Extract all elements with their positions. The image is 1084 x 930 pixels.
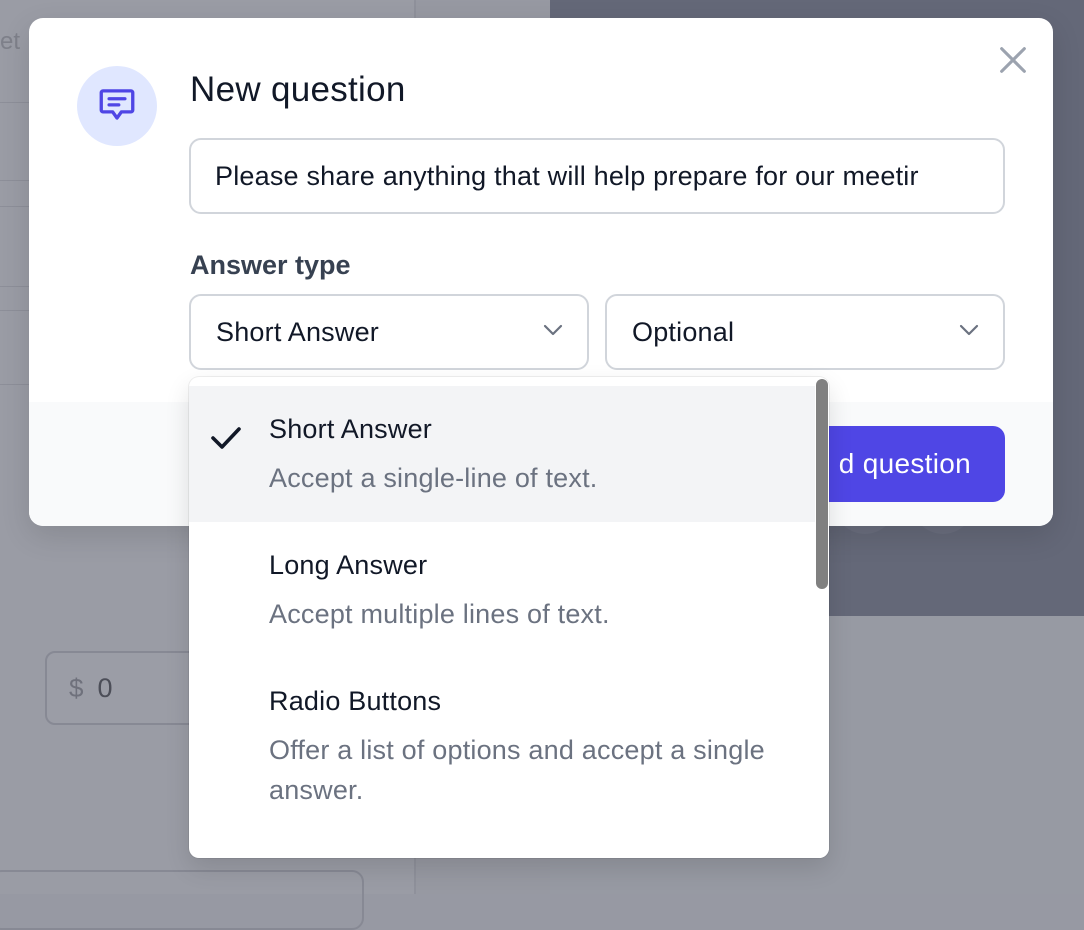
close-button[interactable] [991,40,1035,84]
option-description: Offer a list of options and accept a sin… [269,735,765,805]
requirement-select[interactable]: Optional [605,294,1005,370]
question-icon-badge [77,66,157,146]
close-icon [996,43,1030,82]
option-title: Short Answer [269,414,432,444]
question-input[interactable] [189,138,1005,214]
option-short-answer[interactable]: Short Answer Accept a single-line of tex… [189,386,815,522]
answer-type-select[interactable]: Short Answer [189,294,589,370]
chevron-down-icon [957,318,981,347]
chat-bubble-icon [96,83,138,130]
add-question-button[interactable]: d question [799,426,1005,502]
option-long-answer[interactable]: Long Answer Accept multiple lines of tex… [189,522,815,658]
answer-type-dropdown: Short Answer Accept a single-line of tex… [189,377,829,858]
price-value: 0 [97,672,113,703]
background-partial-text: et [0,28,21,55]
answer-type-label: Answer type [190,250,351,280]
add-question-button-label: d question [838,448,971,479]
chevron-down-icon [541,318,565,347]
answer-type-value: Short Answer [216,316,379,347]
option-title: Long Answer [269,550,428,580]
check-icon [209,424,243,457]
currency-symbol: $ [69,672,84,703]
modal-title: New question [190,70,406,109]
option-description: Accept multiple lines of text. [269,599,610,629]
option-radio-buttons[interactable]: Radio Buttons Offer a list of options an… [189,658,815,848]
dropdown-scrollbar-thumb[interactable] [816,379,828,589]
option-title: Radio Buttons [269,686,442,716]
option-description: Accept a single-line of text. [269,463,598,493]
requirement-value: Optional [632,316,735,347]
background-bottom-box [0,870,364,930]
